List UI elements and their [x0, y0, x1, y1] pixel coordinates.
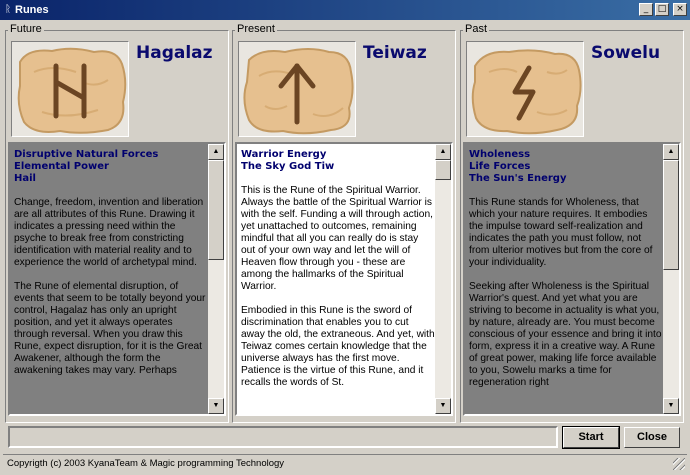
scroll-thumb[interactable]	[663, 160, 679, 270]
rune-description-box[interactable]: Warrior Energy The Sky God Tiw This is t…	[235, 142, 453, 416]
scroll-thumb[interactable]	[208, 160, 224, 260]
panel-label: Present	[235, 23, 277, 35]
progress-field	[8, 426, 558, 448]
panel-future: Future Hagalaz Disruptive Natural Forces…	[5, 21, 229, 423]
description-paragraph: The Rune of elemental disruption, of eve…	[14, 281, 206, 376]
scroll-up-button[interactable]: ▲	[663, 144, 679, 160]
vertical-scrollbar[interactable]: ▲ ▼	[208, 144, 224, 414]
title-bar[interactable]: ᚱ Runes _ □ ×	[0, 0, 690, 20]
heading-line: Hail	[14, 173, 36, 184]
rune-name: Hagalaz	[136, 43, 213, 63]
app-icon: ᚱ	[5, 4, 11, 15]
panel-past: Past Sowelu Wholeness Life Forces The Su…	[460, 21, 684, 423]
heading-line: The Sun's Energy	[469, 173, 567, 184]
description-paragraph: This is the Rune of the Spiritual Warrio…	[241, 185, 433, 292]
window-title: Runes	[15, 4, 49, 16]
heading-line: Warrior Energy	[241, 149, 327, 160]
client-area: Future Hagalaz Disruptive Natural Forces…	[3, 21, 687, 472]
minimize-button[interactable]: _	[639, 3, 653, 16]
panel-present: Present Teiwaz Warrior Energy The Sky Go…	[232, 21, 456, 423]
status-bar: Copyrigth (c) 2003 KyanaTeam & Magic pro…	[3, 454, 687, 472]
scroll-up-button[interactable]: ▲	[435, 144, 451, 160]
description-paragraph: Embodied in this Rune is the sword of di…	[241, 305, 435, 388]
panel-label: Past	[463, 23, 490, 35]
heading-line: The Sky God Tiw	[241, 161, 335, 172]
rune-headings: Wholeness Life Forces The Sun's Energy	[469, 149, 663, 185]
heading-line: Wholeness	[469, 149, 531, 160]
close-button[interactable]: Close	[624, 427, 680, 448]
rune-name: Teiwaz	[363, 43, 427, 63]
maximize-button[interactable]: □	[655, 3, 669, 16]
scroll-down-button[interactable]: ▼	[208, 398, 224, 414]
panel-label: Future	[8, 23, 44, 35]
rune-stone-image	[238, 41, 356, 137]
vertical-scrollbar[interactable]: ▲ ▼	[435, 144, 451, 414]
heading-line: Elemental Power	[14, 161, 109, 172]
heading-line: Disruptive Natural Forces	[14, 149, 159, 160]
resize-grip[interactable]	[673, 458, 685, 470]
rune-stone-image	[11, 41, 129, 137]
description-paragraph: This Rune stands for Wholeness, that whi…	[469, 197, 653, 268]
description-paragraph: Change, freedom, invention and liberatio…	[14, 197, 204, 268]
rune-description-box[interactable]: Disruptive Natural Forces Elemental Powe…	[8, 142, 226, 416]
heading-line: Life Forces	[469, 161, 531, 172]
start-button[interactable]: Start	[562, 426, 620, 449]
rune-headings: Disruptive Natural Forces Elemental Powe…	[14, 149, 208, 185]
rune-description-box[interactable]: Wholeness Life Forces The Sun's Energy T…	[463, 142, 681, 416]
copyright-text: Copyrigth (c) 2003 KyanaTeam & Magic pro…	[7, 458, 285, 469]
scroll-up-button[interactable]: ▲	[208, 144, 224, 160]
description-paragraph: Seeking after Wholeness is the Spiritual…	[469, 281, 662, 388]
rune-name: Sowelu	[591, 43, 661, 63]
scroll-thumb[interactable]	[435, 160, 451, 180]
close-window-button[interactable]: ×	[673, 3, 687, 16]
vertical-scrollbar[interactable]: ▲ ▼	[663, 144, 679, 414]
scroll-down-button[interactable]: ▼	[663, 398, 679, 414]
rune-headings: Warrior Energy The Sky God Tiw	[241, 149, 435, 173]
scroll-down-button[interactable]: ▼	[435, 398, 451, 414]
rune-stone-image	[466, 41, 584, 137]
